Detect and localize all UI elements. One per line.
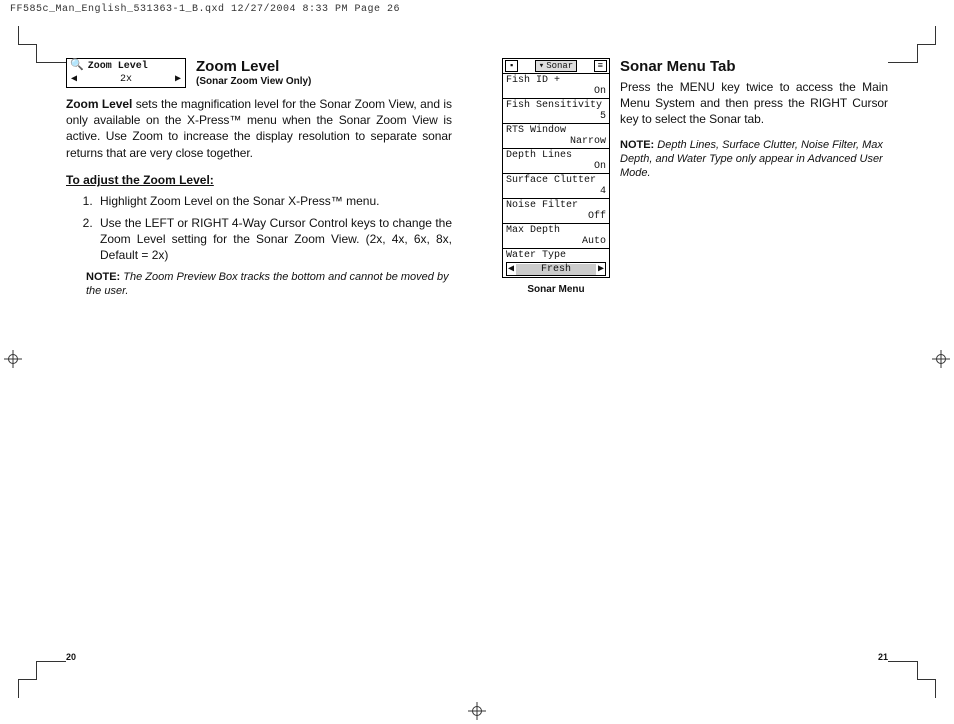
page-number-right: 21 [878,652,888,662]
menu-item-surface-clutter: Surface Clutter4 [503,174,609,199]
adjust-heading: To adjust the Zoom Level: [66,173,452,187]
registration-mark-right [932,350,950,368]
menu-item-label: Max Depth [506,225,606,236]
sonar-menu-description: Press the MENU key twice to access the M… [620,79,888,128]
right-arrow-icon: ▶ [598,263,604,275]
tab-bar: ▪ ▾Sonar ≡ [503,59,609,74]
adjust-steps: Highlight Zoom Level on the Sonar X-Pres… [96,193,452,264]
right-page: ▪ ▾Sonar ≡ Fish ID +OnFish Sensitivity5R… [502,58,888,666]
menu-item-value: On [506,86,606,97]
menu-item-value: Fresh [516,264,596,275]
right-arrow-icon: ▶ [175,74,181,85]
zoom-note: NOTE: The Zoom Preview Box tracks the bo… [86,270,452,299]
sonar-menu-figure: ▪ ▾Sonar ≡ Fish ID +OnFish Sensitivity5R… [502,58,610,295]
zoom-widget-label: Zoom Level [88,61,148,72]
zoom-level-title: Zoom Level [196,58,311,75]
magnifier-icon: 🔍 [70,60,84,72]
menu-item-value: Auto [506,236,606,247]
menu-item-depth-lines: Depth LinesOn [503,149,609,174]
menu-item-fish-sensitivity: Fish Sensitivity5 [503,99,609,124]
menu-item-value: Narrow [506,136,606,147]
sonar-menu-note: NOTE: Depth Lines, Surface Clutter, Nois… [620,138,888,181]
registration-mark-bottom [468,702,486,720]
menu-item-label: RTS Window [506,125,606,136]
menu-item-fish-id-: Fish ID +On [503,74,609,99]
page-number-left: 20 [66,652,76,662]
menu-item-rts-window: RTS WindowNarrow [503,124,609,149]
registration-mark-left [4,350,22,368]
zoom-level-widget: 🔍 Zoom Level ◀ 2x ▶ [66,58,186,88]
sonar-menu-lcd: ▪ ▾Sonar ≡ Fish ID +OnFish Sensitivity5R… [502,58,610,278]
zoom-level-description: Zoom Level sets the magnification level … [66,96,452,161]
menu-item-label: Noise Filter [506,200,606,211]
menu-item-max-depth: Max DepthAuto [503,224,609,249]
tab-prev-icon: ▪ [505,60,518,72]
menu-item-label: Depth Lines [506,150,606,161]
step-2: Use the LEFT or RIGHT 4-Way Cursor Contr… [96,215,452,264]
menu-item-value: 4 [506,186,606,197]
tab-next-icon: ≡ [594,60,607,72]
menu-item-label: Fish ID + [506,75,606,86]
tab-sonar: ▾Sonar [535,60,577,72]
zoom-level-subtitle: (Sonar Zoom View Only) [196,76,311,87]
menu-item-value: Off [506,211,606,222]
menu-item-value: 5 [506,111,606,122]
menu-item-noise-filter: Noise FilterOff [503,199,609,224]
left-arrow-icon: ◀ [71,74,77,85]
menu-item-value: On [506,161,606,172]
left-page: 🔍 Zoom Level ◀ 2x ▶ Zoom Level (Sonar Zo… [66,58,452,666]
menu-item-label: Fish Sensitivity [506,100,606,111]
left-arrow-icon: ◀ [508,263,514,275]
sonar-menu-tab-title: Sonar Menu Tab [620,58,888,75]
zoom-widget-value: 2x [120,74,132,85]
step-1: Highlight Zoom Level on the Sonar X-Pres… [96,193,452,209]
menu-item-label: Surface Clutter [506,175,606,186]
doc-header: FF585c_Man_English_531363-1_B.qxd 12/27/… [10,4,400,15]
menu-item-water-type: Water Type ◀Fresh▶ [503,249,609,277]
menu-item-label: Water Type [506,250,606,261]
sonar-menu-caption: Sonar Menu [502,284,610,295]
